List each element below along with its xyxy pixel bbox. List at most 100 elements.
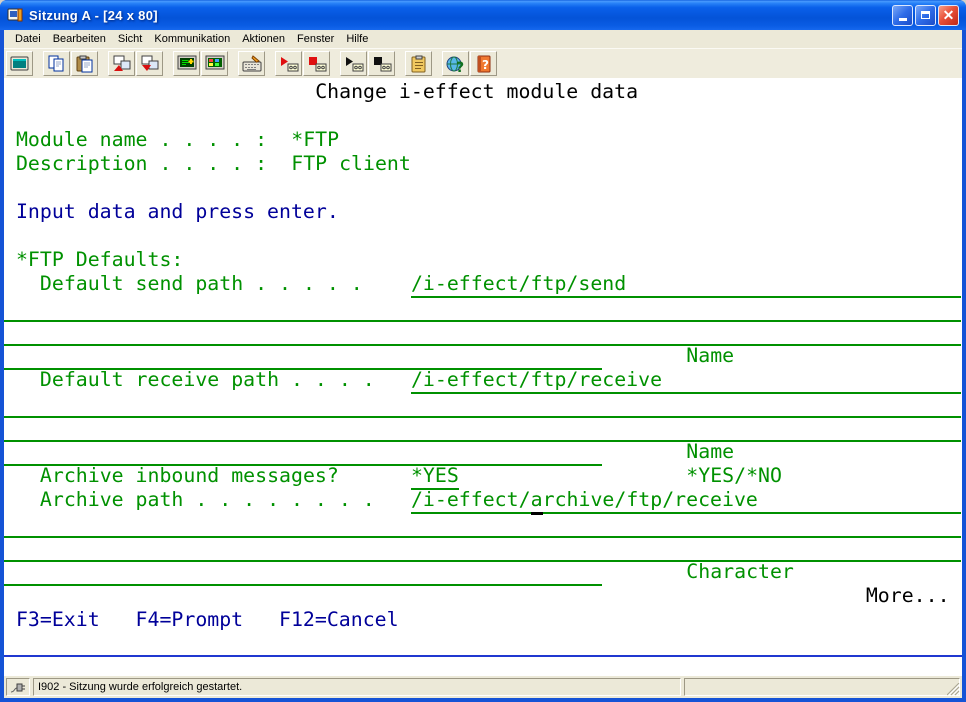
terminal-row — [4, 512, 962, 536]
input-field[interactable] — [4, 440, 602, 466]
receive-file-icon — [140, 55, 160, 73]
stop-macro-button[interactable] — [368, 51, 395, 76]
record-macro-button[interactable] — [275, 51, 302, 76]
terminal-row: Default receive path . . . . /i-effect/ft… — [4, 368, 962, 392]
record-macro-icon — [279, 55, 299, 73]
clipboard-button[interactable] — [405, 51, 432, 76]
close-button[interactable]: ✕ — [938, 5, 959, 26]
input-field[interactable] — [4, 392, 961, 418]
toolbar-separator — [396, 63, 405, 64]
clipboard-icon — [409, 55, 429, 73]
terminal-text: F3=Exit F4=Prompt F12=Cancel — [16, 608, 399, 632]
input-field[interactable]: /i-effect/ — [411, 488, 531, 514]
terminal-row: Character — [4, 560, 962, 584]
terminal-row: Name — [4, 440, 962, 464]
play-macro-button[interactable] — [340, 51, 367, 76]
session-new-button[interactable] — [6, 51, 33, 76]
input-field[interactable] — [4, 296, 961, 322]
terminal-row — [4, 536, 962, 560]
terminal-text: Name — [686, 344, 734, 368]
terminal-text: Default receive path . . . . — [40, 368, 375, 392]
close-icon: ✕ — [943, 7, 955, 24]
color-setup-button[interactable] — [201, 51, 228, 76]
menu-item-sicht[interactable]: Sicht — [112, 32, 148, 46]
input-field[interactable] — [4, 320, 961, 346]
keyboard-setup-icon — [242, 55, 262, 73]
toolbar-separator — [331, 63, 340, 64]
stop-macro-icon — [372, 55, 392, 73]
terminal-row: Default send path . . . . . /i-effect/ftp… — [4, 272, 962, 296]
terminal-row: More... — [4, 584, 962, 608]
terminal-row — [4, 416, 962, 440]
input-field[interactable] — [4, 416, 961, 442]
menu-item-kommunikation[interactable]: Kommunikation — [148, 32, 236, 46]
input-field[interactable] — [4, 344, 602, 370]
receive-file-button[interactable] — [136, 51, 163, 76]
play-macro-icon — [344, 55, 364, 73]
window-frame: Sitzung A - [24 x 80] ✕ DateiBearbeitenS… — [0, 0, 966, 702]
terminal-text: More... — [866, 584, 950, 608]
terminal-row: Name — [4, 344, 962, 368]
menu-item-datei[interactable]: Datei — [9, 32, 47, 46]
terminal-grid: Change i-effect module dataModule name .… — [4, 80, 962, 656]
copy-button[interactable] — [43, 51, 70, 76]
send-file-button[interactable] — [108, 51, 135, 76]
window-controls: ✕ — [892, 5, 959, 26]
terminal-row: Description . . . . :FTP client — [4, 152, 962, 176]
input-field[interactable] — [4, 536, 961, 562]
menu-item-aktionen[interactable]: Aktionen — [236, 32, 291, 46]
minimize-icon — [899, 18, 907, 21]
status-bar: I902 - Sitzung wurde erfolgreich gestart… — [4, 676, 962, 698]
web-help-icon: ? — [446, 55, 466, 73]
toolbar-separator — [34, 63, 43, 64]
input-field[interactable] — [4, 560, 602, 586]
menu-item-hilfe[interactable]: Hilfe — [340, 32, 374, 46]
menu-item-fenster[interactable]: Fenster — [291, 32, 340, 46]
terminal-row — [4, 392, 962, 416]
connection-icon — [6, 678, 30, 696]
input-field[interactable]: *YES — [411, 464, 459, 490]
toolbar: ?? — [4, 48, 962, 78]
toolbar-separator — [266, 63, 275, 64]
display-setup-button[interactable] — [173, 51, 200, 76]
menu-item-bearbeiten[interactable]: Bearbeiten — [47, 32, 112, 46]
paste-icon — [75, 55, 95, 73]
svg-text:?: ? — [456, 60, 464, 73]
keyboard-setup-button[interactable] — [238, 51, 265, 76]
stop-record-button[interactable] — [303, 51, 330, 76]
terminal-row — [4, 320, 962, 344]
text-cursor[interactable]: a — [531, 488, 543, 515]
input-field[interactable] — [4, 512, 961, 538]
input-field[interactable]: rchive/ftp/receive — [543, 488, 961, 514]
terminal-row: Module name . . . . : *FTP — [4, 128, 962, 152]
terminal-text: *YES/*NO — [686, 464, 782, 488]
status-panel-right — [684, 678, 960, 696]
terminal-text: FTP client — [291, 152, 411, 176]
input-field[interactable]: /i-effect/ftp/receive — [411, 368, 961, 394]
terminal-text: Name — [686, 440, 734, 464]
status-message: I902 - Sitzung wurde erfolgreich gestart… — [33, 678, 681, 696]
title-bar[interactable]: Sitzung A - [24 x 80] ✕ — [0, 0, 966, 30]
terminal-text: Character — [686, 560, 794, 584]
terminal-screen[interactable]: Change i-effect module dataModule name .… — [4, 78, 962, 676]
terminal-text: *FTP Defaults: — [16, 248, 183, 272]
terminal-text: Default send path . . . . . — [40, 272, 363, 296]
web-help-button[interactable]: ? — [442, 51, 469, 76]
minimize-button[interactable] — [892, 5, 913, 26]
terminal-row: F3=Exit F4=Prompt F12=Cancel — [4, 608, 962, 632]
resize-grip[interactable] — [947, 683, 960, 696]
stop-record-icon — [307, 55, 327, 73]
copy-icon — [47, 55, 67, 73]
paste-button[interactable] — [71, 51, 98, 76]
app-icon[interactable] — [7, 7, 23, 23]
window-title: Sitzung A - [24 x 80] — [29, 8, 886, 23]
terminal-text: Module name . . . . : — [16, 128, 267, 152]
session-new-icon — [10, 55, 30, 73]
input-field[interactable]: /i-effect/ftp/send — [411, 272, 961, 298]
maximize-button[interactable] — [915, 5, 936, 26]
terminal-row: Archive inbound messages?*YES*YES/*NO — [4, 464, 962, 488]
help-button[interactable]: ? — [470, 51, 497, 76]
terminal-text: *FTP — [291, 128, 339, 152]
oia-separator — [4, 655, 962, 657]
toolbar-separator — [99, 63, 108, 64]
